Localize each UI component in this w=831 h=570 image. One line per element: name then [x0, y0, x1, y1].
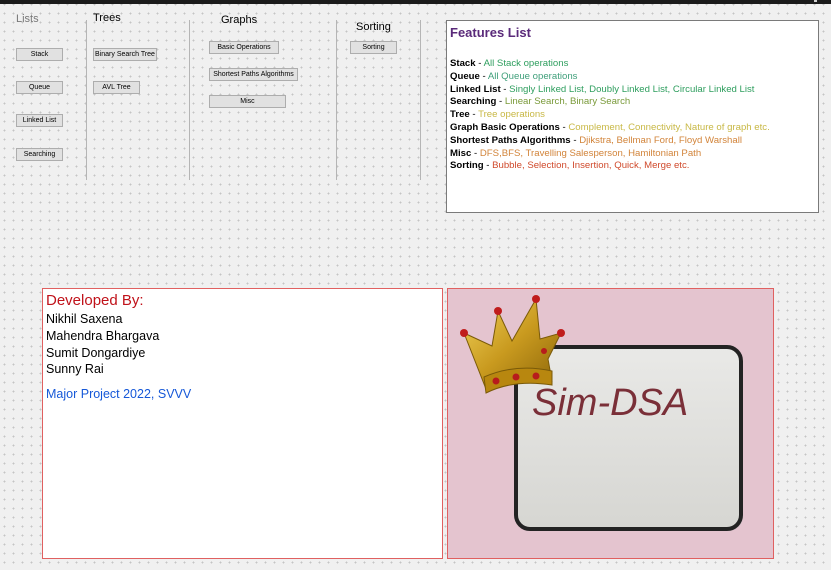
- section-divider: [420, 20, 421, 180]
- feature-separator: -: [570, 134, 580, 146]
- feature-value: Linear Search, Binary Search: [504, 96, 631, 108]
- feature-item-searching: Searching - Linear Search, Binary Search: [450, 96, 770, 109]
- feature-item-sorting: Sorting - Bubble, Selection, Insertion, …: [450, 160, 770, 173]
- feature-value: All Stack operations: [483, 58, 569, 69]
- feature-key: Linked List: [450, 83, 501, 95]
- developer-name: Nikhil Saxena: [46, 312, 123, 326]
- feature-value: Djikstra, Bellman Ford, Floyd Warshall: [579, 134, 742, 146]
- trees-section-title: Trees: [93, 12, 121, 24]
- feature-item-misc: Misc - DFS,BFS, Travelling Salesperson, …: [450, 148, 770, 161]
- features-list: Stack - All Stack operations Queue - All…: [450, 58, 770, 173]
- sorting-section-title: Sorting: [356, 21, 391, 33]
- feature-separator: -: [471, 147, 480, 159]
- feature-key: Misc: [450, 147, 472, 159]
- developer-name: Sunny Rai: [46, 362, 104, 376]
- basic-operations-button[interactable]: Basic Operations: [209, 41, 279, 54]
- feature-value: Bubble, Selection, Insertion, Quick, Mer…: [492, 160, 690, 172]
- feature-item-graph-basic: Graph Basic Operations - Complement, Con…: [450, 122, 770, 135]
- logo-text: Sim-DSA: [532, 382, 688, 424]
- linked-list-button[interactable]: Linked List: [16, 114, 63, 127]
- feature-value: All Queue operations: [487, 70, 578, 82]
- binary-search-tree-button[interactable]: Binary Search Tree: [93, 48, 157, 61]
- developers-panel: Developed By: Nikhil Saxena Mahendra Bha…: [42, 288, 443, 559]
- feature-value: Complement, Connectivity, Nature of grap…: [568, 121, 770, 133]
- feature-key: Queue: [450, 70, 480, 82]
- features-title: Features List: [450, 25, 531, 40]
- graphs-section-title: Graphs: [221, 14, 258, 26]
- avl-tree-button[interactable]: AVL Tree: [93, 81, 140, 94]
- stack-button[interactable]: Stack: [16, 48, 63, 61]
- developed-by-heading: Developed By:: [46, 292, 144, 309]
- feature-separator: -: [479, 70, 488, 82]
- feature-key: Shortest Paths Algorithms: [450, 134, 571, 146]
- feature-separator: -: [500, 83, 510, 95]
- feature-separator: -: [469, 109, 479, 121]
- feature-item-linked-list: Linked List - Singly Linked List, Doubly…: [450, 84, 770, 97]
- searching-button[interactable]: Searching: [16, 148, 63, 161]
- feature-separator: -: [483, 160, 493, 172]
- project-label: Major Project 2022, SVVV: [46, 387, 192, 401]
- feature-value: DFS,BFS, Travelling Salesperson, Hamilto…: [479, 147, 702, 159]
- lists-section-title: Lists: [16, 13, 39, 25]
- shortest-paths-button[interactable]: Shortest Paths Algorithms: [209, 68, 298, 81]
- crown-icon: [460, 295, 565, 394]
- feature-key: Searching: [450, 96, 497, 108]
- sim-dsa-logo: Sim-DSA: [460, 295, 743, 531]
- feature-key: Stack: [450, 58, 476, 69]
- feature-item-tree: Tree - Tree operations: [450, 109, 770, 122]
- section-divider: [86, 20, 87, 180]
- feature-value: Tree operations: [478, 109, 545, 121]
- section-divider: [336, 20, 337, 180]
- feature-separator: -: [496, 96, 505, 108]
- section-divider: [189, 20, 190, 180]
- feature-item-shortest-paths: Shortest Paths Algorithms - Djikstra, Be…: [450, 135, 770, 148]
- feature-separator: -: [475, 58, 484, 69]
- window-titlebar: [0, 0, 831, 4]
- feature-item-stack: Stack - All Stack operations: [450, 58, 770, 71]
- feature-key: Graph Basic Operations: [450, 121, 560, 133]
- developer-name: Sumit Dongardiye: [46, 346, 146, 360]
- misc-button[interactable]: Misc: [209, 95, 286, 108]
- queue-button[interactable]: Queue: [16, 81, 63, 94]
- feature-key: Sorting: [450, 160, 484, 172]
- window-corner-mark: [814, 0, 817, 2]
- feature-key: Tree: [450, 109, 470, 121]
- features-panel: Features List Stack - All Stack operatio…: [446, 20, 819, 213]
- feature-value: Singly Linked List, Doubly Linked List, …: [509, 83, 755, 95]
- logo-panel: Sim-DSA: [447, 288, 774, 559]
- developer-name: Mahendra Bhargava: [46, 329, 160, 343]
- sorting-button[interactable]: Sorting: [350, 41, 397, 54]
- feature-item-queue: Queue - All Queue operations: [450, 71, 770, 84]
